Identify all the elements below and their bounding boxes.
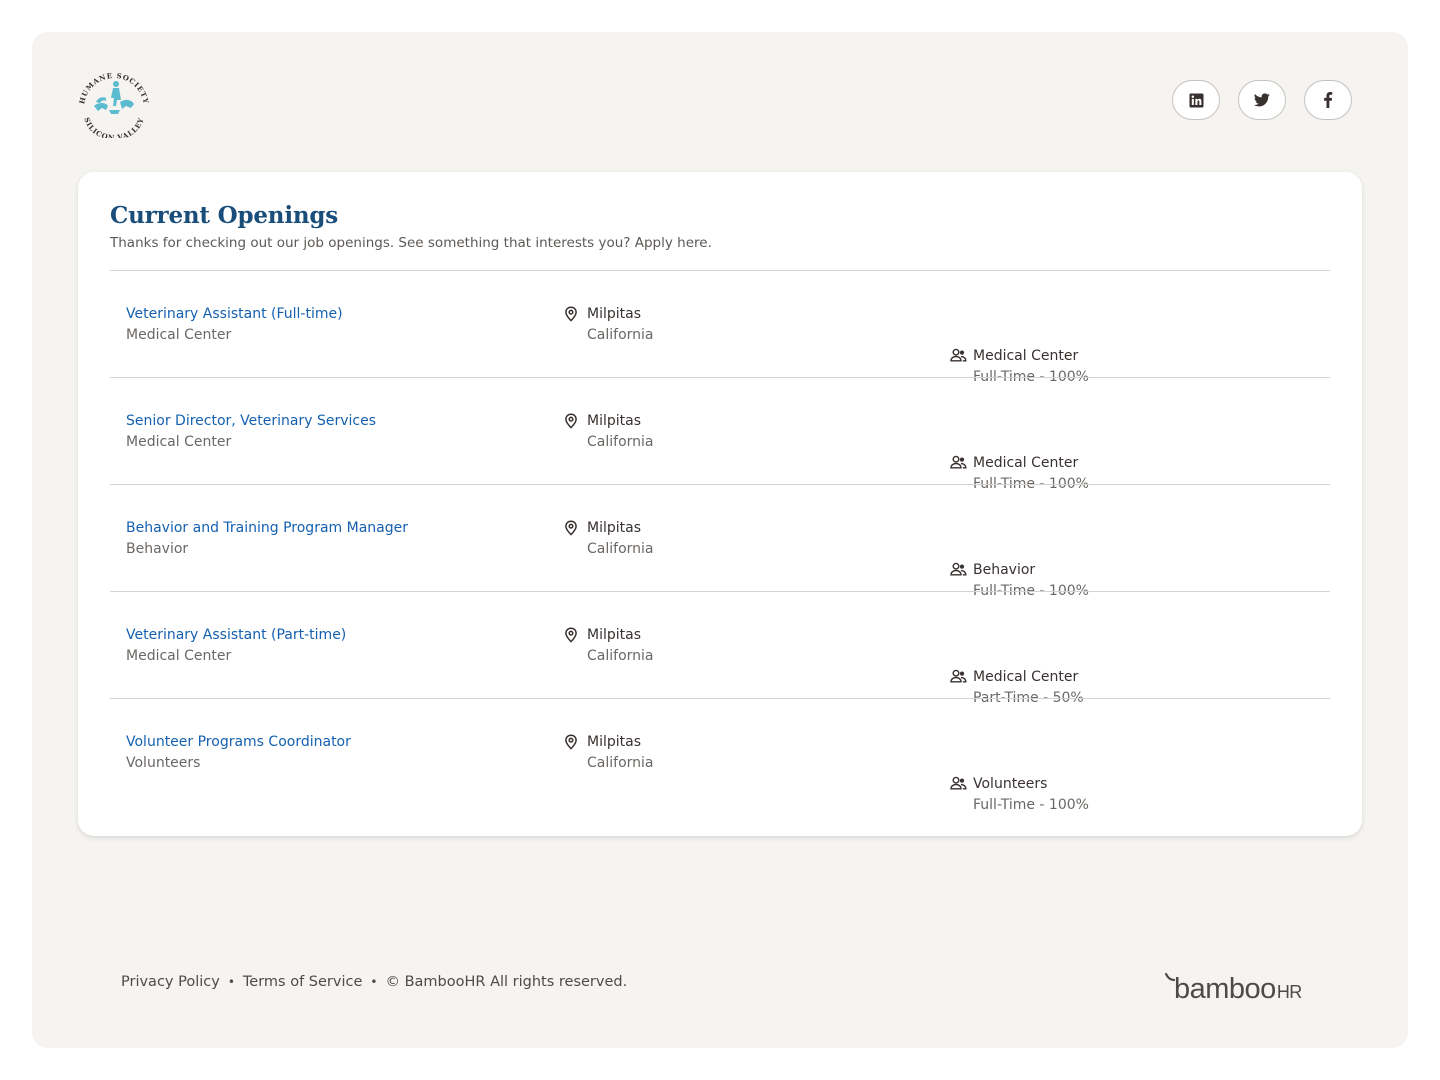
job-city: Milpitas: [587, 520, 641, 536]
job-title-column: Veterinary Assistant (Full-time) Medical…: [126, 304, 343, 346]
people-icon: [950, 669, 967, 683]
job-row: Veterinary Assistant (Full-time) Medical…: [110, 270, 1330, 385]
job-row: Veterinary Assistant (Part-time) Medical…: [110, 591, 1330, 706]
location-pin-icon: [565, 413, 577, 429]
job-title-link[interactable]: Veterinary Assistant (Full-time): [126, 306, 343, 322]
twitter-icon: [1254, 93, 1270, 107]
job-list: Veterinary Assistant (Full-time) Medical…: [110, 270, 1330, 813]
job-team: Volunteers: [973, 776, 1048, 792]
linkedin-icon: [1188, 92, 1204, 108]
job-department: Medical Center: [126, 648, 232, 664]
job-title-link[interactable]: Behavior and Training Program Manager: [126, 520, 408, 536]
copyright-text: © BambooHR All rights reserved.: [385, 974, 628, 990]
location-pin-icon: [565, 734, 577, 750]
job-state: California: [587, 541, 654, 557]
job-team: Behavior: [973, 562, 1036, 578]
job-team: Medical Center: [973, 455, 1079, 471]
page-title: Current Openings: [110, 202, 339, 229]
job-row: Volunteer Programs Coordinator Volunteer…: [110, 698, 1330, 813]
bamboohr-logo[interactable]: bambooHR: [1164, 970, 1324, 1004]
job-state: California: [587, 648, 654, 664]
job-city: Milpitas: [587, 306, 641, 322]
job-state: California: [587, 327, 654, 343]
job-department: Medical Center: [126, 327, 232, 343]
facebook-button[interactable]: [1304, 80, 1352, 120]
job-title-column: Senior Director, Veterinary Services Med…: [126, 411, 376, 453]
separator-dot: •: [370, 975, 378, 989]
job-title-column: Veterinary Assistant (Part-time) Medical…: [126, 625, 346, 667]
job-state: California: [587, 755, 654, 771]
svg-text:SILICON VALLEY: SILICON VALLEY: [82, 116, 145, 138]
humane-society-logo[interactable]: HUMANE SOCIETY SILICON VALLEY: [76, 68, 152, 138]
job-department: Behavior: [126, 541, 189, 557]
job-title-column: Volunteer Programs Coordinator Volunteer…: [126, 732, 351, 774]
job-row: Behavior and Training Program Manager Be…: [110, 484, 1330, 599]
job-location-column: Milpitas California: [564, 625, 1440, 667]
separator-dot: •: [227, 975, 235, 989]
openings-card: Current Openings Thanks for checking out…: [78, 172, 1362, 836]
page-subtitle: Thanks for checking out our job openings…: [110, 235, 712, 251]
people-icon: [950, 348, 967, 362]
page-frame: HUMANE SOCIETY SILICON VALLEY Current Op…: [32, 32, 1408, 1048]
job-city: Milpitas: [587, 734, 641, 750]
job-title-link[interactable]: Veterinary Assistant (Part-time): [126, 627, 346, 643]
job-title-column: Behavior and Training Program Manager Be…: [126, 518, 408, 560]
logo-bottom-text: SILICON VALLEY: [82, 116, 145, 138]
people-icon: [950, 776, 967, 790]
job-team-column: Volunteers Full-Time - 100%: [950, 774, 1440, 816]
bamboohr-logo-text: bambooHR: [1174, 973, 1302, 1004]
people-icon: [950, 562, 967, 576]
privacy-policy-link[interactable]: Privacy Policy: [121, 974, 220, 990]
footer-links: Privacy Policy • Terms of Service • © Ba…: [121, 974, 627, 990]
facebook-icon: [1324, 92, 1333, 108]
job-team: Medical Center: [973, 669, 1079, 685]
job-state: California: [587, 434, 654, 450]
job-department: Volunteers: [126, 755, 201, 771]
job-location-column: Milpitas California: [564, 304, 1440, 346]
job-location-column: Milpitas California: [564, 411, 1440, 453]
terms-of-service-link[interactable]: Terms of Service: [243, 974, 362, 990]
job-city: Milpitas: [587, 627, 641, 643]
location-pin-icon: [565, 627, 577, 643]
bamboo-leaf-icon: [1164, 972, 1176, 982]
job-location-column: Milpitas California: [564, 732, 1440, 774]
location-pin-icon: [565, 306, 577, 322]
job-employment-type: Full-Time - 100%: [973, 797, 1089, 813]
job-team: Medical Center: [973, 348, 1079, 364]
linkedin-button[interactable]: [1172, 80, 1220, 120]
job-department: Medical Center: [126, 434, 232, 450]
job-title-link[interactable]: Volunteer Programs Coordinator: [126, 734, 351, 750]
people-icon: [950, 455, 967, 469]
job-title-link[interactable]: Senior Director, Veterinary Services: [126, 413, 376, 429]
job-location-column: Milpitas California: [564, 518, 1440, 560]
job-row: Senior Director, Veterinary Services Med…: [110, 377, 1330, 492]
location-pin-icon: [565, 520, 577, 536]
twitter-button[interactable]: [1238, 80, 1286, 120]
job-city: Milpitas: [587, 413, 641, 429]
